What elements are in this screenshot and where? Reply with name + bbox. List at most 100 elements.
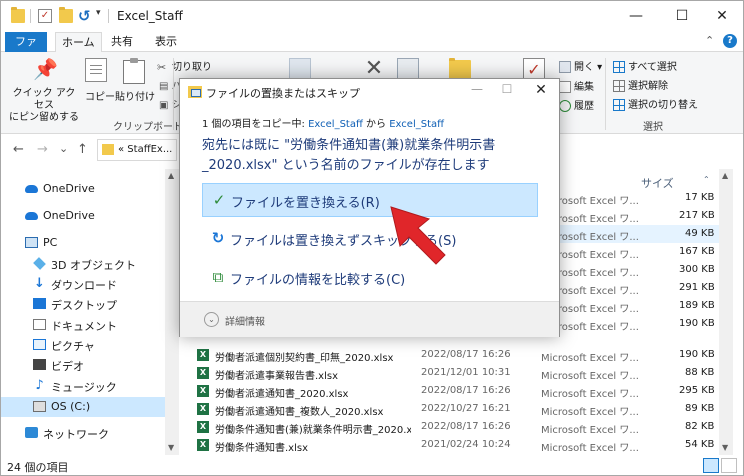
scroll-down-icon[interactable]: ▼ — [168, 443, 174, 452]
nav-item-3d-objects[interactable]: 3D オブジェクト — [1, 254, 167, 274]
file-type: Microsoft Excel ワ... — [541, 353, 639, 364]
file-date: 2022/08/17 16:26 — [421, 421, 511, 432]
more-details-toggle[interactable]: 詳細情報 — [225, 313, 265, 328]
nav-item-label: デスクトップ — [51, 299, 117, 312]
nav-item-onedrive-2[interactable]: OneDrive — [1, 206, 167, 226]
nav-item-label: ミュージック — [51, 381, 117, 394]
undo-icon[interactable]: ↺ — [78, 9, 92, 24]
source-folder-link[interactable]: Excel_Staff — [308, 119, 363, 130]
open-button[interactable]: 開く ▾ — [559, 58, 602, 73]
select-all-button[interactable]: すべて選択 — [613, 58, 677, 73]
file-size: 167 KB — [679, 246, 715, 257]
nav-item-videos[interactable]: ビデオ — [1, 355, 167, 375]
nav-item-documents[interactable]: ドキュメント — [1, 315, 167, 335]
properties-check-icon[interactable]: ✓ — [38, 9, 52, 23]
onedrive-icon — [25, 185, 38, 193]
copy-from: から — [362, 119, 390, 130]
nav-item-desktop[interactable]: デスクトップ — [1, 294, 167, 314]
close-button[interactable]: ✕ — [699, 1, 743, 32]
nav-item-label: 3D オブジェクト — [51, 259, 136, 272]
file-type: Microsoft Excel ワ... — [541, 407, 639, 418]
pin-quick-access-button[interactable]: クイック アクセス にピン留めする — [9, 88, 79, 124]
invert-selection-icon — [613, 99, 625, 111]
tab-home[interactable]: ホーム — [55, 32, 102, 53]
file-size: 88 KB — [685, 367, 715, 378]
edit-icon — [559, 81, 571, 93]
excel-file-icon: X — [197, 421, 209, 433]
nav-pane-scrollbar[interactable]: ▲ ▼ — [165, 169, 179, 455]
back-button[interactable]: ← — [13, 142, 24, 157]
help-icon[interactable]: ? — [723, 34, 737, 48]
compare-file-option[interactable]: ⧉ ファイルの情報を比較する(C) — [202, 261, 538, 295]
dialog-title: ファイルの置換またはスキップ — [206, 87, 360, 100]
nav-item-downloads[interactable]: ↓ ダウンロード — [1, 274, 167, 294]
skip-file-option[interactable]: ↻ ファイルは置き換えずスキップする(S) — [202, 222, 538, 256]
address-bar[interactable]: « StaffEx... — [97, 139, 177, 161]
network-icon — [25, 427, 38, 438]
drive-icon — [33, 401, 46, 412]
dialog-maximize-button[interactable]: ☐ — [492, 82, 522, 96]
select-none-button[interactable]: 選択解除 — [613, 77, 668, 92]
file-name: 労働条件通知書(兼)就業条件明示書_2020.xlsx — [215, 425, 411, 436]
tab-view[interactable]: 表示 — [149, 32, 183, 52]
conflict-message: 宛先には既に "労働条件通知書(兼)就業条件明示書_2020.xlsx" という… — [202, 138, 496, 173]
nav-item-label: OneDrive — [43, 182, 95, 195]
nav-item-label: OS (C:) — [51, 400, 91, 413]
copy-button[interactable]: コピー — [85, 88, 115, 103]
divider — [30, 9, 31, 23]
details-view-icon[interactable] — [703, 458, 719, 473]
table-row[interactable]: X 労働者派遣通知書_2020.xlsx 2022/08/17 16:26 Mi… — [191, 382, 721, 400]
nav-item-network[interactable]: ネットワーク — [1, 423, 167, 443]
file-name: 労働者派遣個別契約書_印無_2020.xlsx — [215, 353, 394, 364]
nav-item-onedrive[interactable]: OneDrive — [1, 179, 167, 199]
dialog-close-button[interactable]: ✕ — [526, 82, 556, 98]
nav-item-music[interactable]: ♪ ミュージック — [1, 376, 167, 396]
up-button[interactable]: ↑ — [77, 142, 88, 157]
status-bar: 24 個の項目 — [1, 455, 743, 475]
new-folder-icon[interactable] — [59, 7, 73, 23]
edit-button[interactable]: 編集 — [559, 78, 594, 93]
onedrive-icon — [25, 212, 38, 220]
cut-button[interactable]: ✂ 切り取り — [157, 58, 212, 74]
recent-locations-dropdown[interactable]: ⌄ — [59, 142, 68, 155]
table-row[interactable]: X 労働者派遣事業報告書.xlsx 2021/12/01 10:31 Micro… — [191, 364, 721, 382]
file-size: 89 KB — [685, 403, 715, 414]
invert-selection-label: 選択の切り替え — [628, 100, 698, 111]
table-row[interactable]: X 労働者派遣通知書_複数人_2020.xlsx 2022/10/27 16:2… — [191, 400, 721, 418]
large-icons-view-icon[interactable] — [721, 458, 737, 473]
nav-item-os-drive[interactable]: OS (C:) — [1, 397, 167, 417]
file-list-scrollbar[interactable]: ▲ ▼ — [719, 169, 733, 455]
file-size: 190 KB — [679, 349, 715, 360]
minimize-button[interactable]: — — [613, 1, 659, 32]
dialog-minimize-button[interactable]: — — [462, 82, 492, 96]
quick-access-dropdown-icon[interactable]: ▾ — [96, 8, 101, 18]
table-row[interactable]: X 労働者派遣個別契約書_印無_2020.xlsx 2022/08/17 16:… — [191, 346, 721, 364]
scroll-up-icon[interactable]: ▲ — [722, 171, 728, 180]
music-icon: ♪ — [35, 378, 44, 393]
table-row[interactable]: X 労働条件通知書(兼)就業条件明示書_2020.xlsx 2022/08/17… — [191, 418, 721, 436]
file-size: 291 KB — [679, 282, 715, 293]
paste-button[interactable]: 貼り付け — [115, 88, 155, 103]
scroll-up-icon[interactable]: ▲ — [168, 171, 174, 180]
replace-file-option[interactable]: ✓ ファイルを置き換える(R) — [202, 183, 538, 217]
dest-folder-link[interactable]: Excel_Staff — [389, 119, 444, 130]
ribbon-collapse-chevron-icon[interactable]: ⌃ — [705, 34, 714, 47]
checkmark-icon: ✓ — [212, 191, 226, 209]
excel-file-icon: X — [197, 439, 209, 451]
table-row[interactable]: X 労働条件通知書.xlsx 2021/02/24 10:24 Microsof… — [191, 436, 721, 454]
ribbon-tabs: ファイル ホーム 共有 表示 — [1, 32, 743, 67]
invert-selection-button[interactable]: 選択の切り替え — [613, 96, 698, 111]
scroll-down-icon[interactable]: ▼ — [722, 443, 728, 452]
nav-item-pictures[interactable]: ピクチャ — [1, 335, 167, 355]
skip-arrow-icon: ↻ — [211, 229, 225, 247]
forward-button[interactable]: → — [37, 142, 48, 157]
expand-details-chevron-icon[interactable]: ⌄ — [204, 312, 219, 327]
red-pointer-arrow-icon — [390, 206, 446, 265]
tab-share[interactable]: 共有 — [105, 32, 139, 52]
select-all-label: すべて選択 — [628, 62, 677, 73]
tab-file[interactable]: ファイル — [5, 32, 47, 67]
excel-file-icon: X — [197, 367, 209, 379]
history-button[interactable]: 履歴 — [559, 97, 594, 112]
nav-item-pc[interactable]: PC — [1, 233, 167, 253]
documents-icon — [33, 319, 46, 330]
